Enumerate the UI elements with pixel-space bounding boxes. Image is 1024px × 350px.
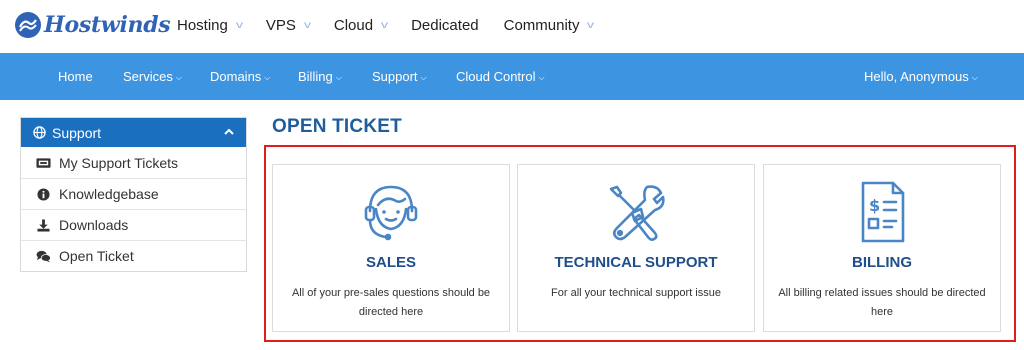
globe-icon [33,126,46,139]
download-icon [35,217,51,233]
department-card-sales[interactable]: SALES All of your pre-sales questions sh… [272,164,510,332]
top-nav-dedicated[interactable]: Dedicated [411,17,479,34]
chevron-up-icon[interactable] [223,126,235,138]
invoice-icon: $ [861,181,905,243]
sidebar-item-label: Open Ticket [59,248,134,264]
top-nav-community[interactable]: Community v [503,16,595,34]
ticket-icon [35,155,51,171]
user-menu[interactable]: Hello, Anonymous ⌵ [864,53,978,100]
nav-label: Services [123,69,173,84]
top-nav-hosting[interactable]: Hosting v [177,16,243,34]
nav-services[interactable]: Services ⌵ [123,53,182,100]
top-header: Hostwinds Hosting v VPS v Cloud v Dedicated… [0,0,1024,52]
card-description: All billing related issues should be dir… [778,287,986,318]
nav-home[interactable]: Home [58,53,93,100]
nav-label: Billing [298,69,333,84]
sidebar-header[interactable]: Support [21,118,246,147]
chevron-down-icon: v [303,19,311,31]
logo-icon [15,12,41,38]
nav-label: Home [58,69,93,84]
nav-label: Domains [210,69,262,84]
top-nav-label: Hosting [177,16,228,34]
main-nav: Home Services ⌵ Domains ⌵ Billing ⌵ Support… [0,53,1024,100]
sidebar-item-knowledgebase[interactable]: Knowledgebase [21,178,246,209]
nav-support[interactable]: Support ⌵ [372,53,427,100]
sidebar-item-label: My Support Tickets [59,154,179,171]
caret-down-icon: ⌵ [420,73,427,82]
caret-down-icon: ⌵ [971,73,978,82]
department-card-technical-support[interactable]: TECHNICAL SUPPORT For all your technical… [517,164,755,332]
brand-name: Hostwinds [44,12,171,38]
top-nav: Hosting v VPS v Cloud v Dedicated Community… [177,0,595,50]
brand-logo[interactable]: Hostwinds [14,10,171,40]
comments-icon [35,248,51,264]
top-nav-label: Cloud [333,16,374,34]
top-nav-label: Dedicated [411,16,479,34]
headset-icon [364,185,418,241]
chevron-down-icon: v [235,19,243,31]
top-nav-label: VPS [265,16,296,34]
sidebar-item-downloads[interactable]: Downloads [21,209,246,240]
caret-down-icon: ⌵ [335,73,342,82]
caret-down-icon: ⌵ [264,73,271,82]
card-description: All of your pre-sales questions should b… [291,287,491,318]
nav-cloud-control[interactable]: Cloud Control ⌵ [456,53,545,100]
chevron-down-icon: v [381,19,389,31]
chevron-down-icon: v [587,19,595,31]
caret-down-icon: ⌵ [538,73,545,82]
sidebar-item-open-ticket[interactable]: Open Ticket [21,240,246,271]
info-icon [35,186,51,202]
card-title: SALES [365,254,416,271]
tools-icon [609,185,665,241]
card-title: TECHNICAL SUPPORT [554,254,718,271]
nav-domains[interactable]: Domains ⌵ [210,53,270,100]
top-nav-cloud[interactable]: Cloud v [333,16,389,34]
sidebar-item-my-support-tickets[interactable]: My Support Tickets [21,147,246,178]
sidebar-item-label: Knowledgebase [59,186,159,202]
top-nav-label: Community [503,16,580,34]
support-sidebar: Support My Support Tickets Knowledgebase… [20,117,247,272]
nav-label: Cloud Control [456,69,536,84]
sidebar-item-label: Downloads [59,217,129,233]
top-nav-vps[interactable]: VPS v [265,16,311,34]
user-greeting: Hello, Anonymous [864,69,969,84]
department-card-billing[interactable]: $ BILLING All billing related issues sho… [763,164,1001,332]
svg-text:$: $ [869,196,880,215]
page-title: OPEN TICKET [272,116,402,137]
card-title: BILLING [852,254,912,271]
nav-billing[interactable]: Billing ⌵ [298,53,342,100]
card-description: For all your technical support issue [551,287,721,299]
sidebar-header-label: Support [52,124,102,141]
caret-down-icon: ⌵ [175,73,182,82]
nav-label: Support [372,69,418,84]
